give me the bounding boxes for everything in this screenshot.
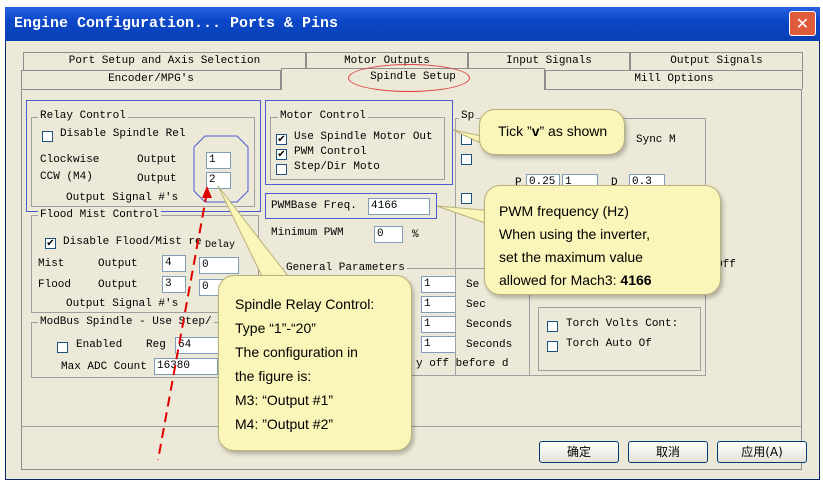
pwm-callout: PWM frequency (Hz) When using the invert…	[484, 185, 721, 295]
pwm-callout-line3: set the maximum value	[499, 249, 643, 265]
relay-callout-line3: The configuration in	[235, 344, 358, 360]
relay-callout-line1: Spindle Relay Control:	[235, 296, 375, 312]
pwm-callout-bold: 4166	[620, 272, 652, 288]
tick-callout-prefix: Tick ”	[498, 123, 532, 139]
pwm-callout-line1: PWM frequency (Hz)	[499, 203, 629, 219]
red-arrow-head	[202, 186, 212, 198]
relay-callout-line6: M4: ”Output #2”	[235, 416, 334, 432]
relay-callout-line4: the figure is:	[235, 368, 312, 384]
pwm-callout-line2: When using the inverter,	[499, 226, 650, 242]
relay-callout-line2: Type “1”-“20”	[235, 320, 316, 336]
relay-callout-tail	[217, 185, 290, 277]
tick-callout: Tick ”v” as shown	[479, 109, 625, 155]
relay-callout-line5: M3: “Output #1”	[235, 392, 334, 408]
tick-callout-bold: v	[531, 123, 540, 139]
relay-callout: Spindle Relay Control: Type “1”-“20” The…	[218, 275, 412, 451]
red-dashed-arrow	[157, 191, 208, 461]
tick-callout-suffix: ” as shown	[539, 123, 608, 139]
pwm-callout-line4: allowed for Mach3:	[499, 272, 621, 288]
